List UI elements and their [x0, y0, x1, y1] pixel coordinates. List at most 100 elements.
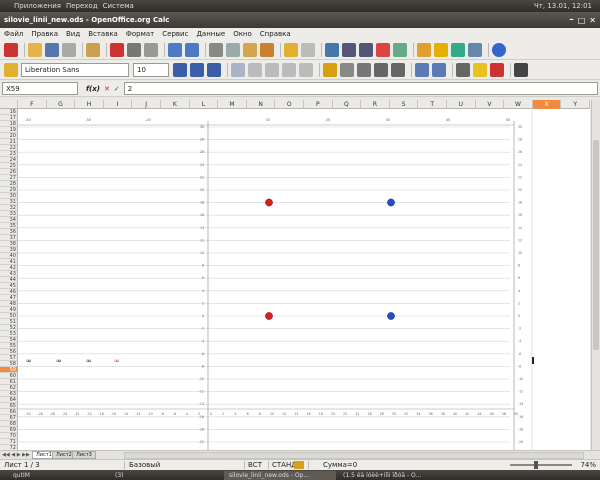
- cut-icon[interactable]: [209, 42, 223, 57]
- new-doc-icon[interactable]: [4, 42, 18, 57]
- gallery-icon[interactable]: [451, 42, 465, 57]
- toggle-gridlines-icon[interactable]: [514, 62, 528, 77]
- system-menu[interactable]: Система: [103, 2, 134, 10]
- zoom-level[interactable]: 74%: [580, 461, 596, 469]
- font-color-icon[interactable]: [490, 62, 504, 77]
- menu-window[interactable]: Окно: [233, 30, 252, 38]
- column-header-v[interactable]: V: [476, 100, 505, 109]
- increase-indent-icon[interactable]: [432, 62, 446, 77]
- accept-icon[interactable]: ✓: [114, 85, 120, 93]
- justify-icon[interactable]: [282, 62, 296, 77]
- column-header-y[interactable]: Y: [561, 100, 590, 109]
- column-header-o[interactable]: O: [275, 100, 304, 109]
- corner-cell[interactable]: [0, 100, 18, 109]
- save-icon[interactable]: [45, 42, 59, 57]
- horizontal-scrollbar[interactable]: [124, 452, 584, 459]
- formula-input[interactable]: 2: [123, 82, 598, 95]
- menu-format[interactable]: Формат: [126, 30, 154, 38]
- close-icon[interactable]: ✕: [589, 16, 596, 25]
- cancel-icon[interactable]: ✕: [104, 85, 110, 93]
- column-header-m[interactable]: M: [218, 100, 247, 109]
- column-header-x[interactable]: X: [532, 100, 562, 109]
- zoom-slider-thumb[interactable]: [534, 461, 539, 469]
- copy-icon[interactable]: [226, 42, 240, 57]
- chart-icon[interactable]: [376, 42, 390, 57]
- name-box[interactable]: X59: [2, 82, 78, 95]
- align-center-icon[interactable]: [248, 62, 262, 77]
- column-header-h[interactable]: H: [75, 100, 104, 109]
- menu-help[interactable]: Справка: [260, 30, 291, 38]
- edit-file-icon[interactable]: [86, 42, 100, 57]
- spellcheck-icon[interactable]: [168, 42, 182, 57]
- menu-tools[interactable]: Сервис: [162, 30, 188, 38]
- column-header-s[interactable]: S: [390, 100, 419, 109]
- print-icon[interactable]: [127, 42, 141, 57]
- remove-decimal-icon[interactable]: [391, 62, 405, 77]
- borders-icon[interactable]: [456, 62, 470, 77]
- help-icon[interactable]: [492, 42, 506, 57]
- align-left-icon[interactable]: [231, 62, 245, 77]
- undo-icon[interactable]: [284, 42, 298, 57]
- scroll-thumb[interactable]: [593, 140, 599, 350]
- column-header-q[interactable]: Q: [333, 100, 362, 109]
- merge-cells-icon[interactable]: [299, 62, 313, 77]
- column-header-l[interactable]: L: [190, 100, 219, 109]
- taskbar-item-qutim[interactable]: qutIM: [8, 471, 108, 480]
- embedded-chart[interactable]: -40 -30 -20 10 20 30 40 50-30 -28 -26 -24 -22 -20 -18…: [18, 109, 590, 450]
- export-pdf-icon[interactable]: [110, 42, 124, 57]
- paste-icon[interactable]: [243, 42, 257, 57]
- menu-edit[interactable]: Правка: [31, 30, 58, 38]
- column-header-p[interactable]: P: [304, 100, 333, 109]
- sort-desc-icon[interactable]: [359, 42, 373, 57]
- underline-icon[interactable]: [207, 62, 221, 77]
- add-decimal-icon[interactable]: [374, 62, 388, 77]
- autospell-icon[interactable]: [185, 42, 199, 57]
- print-preview-icon[interactable]: [144, 42, 158, 57]
- zoom-slider[interactable]: [510, 461, 573, 469]
- places-menu[interactable]: Переход: [66, 2, 98, 10]
- sheet-tab-3[interactable]: Лист3: [72, 451, 96, 459]
- column-header-w[interactable]: W: [504, 100, 533, 109]
- page-style[interactable]: Базовый: [124, 461, 244, 469]
- column-header-r[interactable]: R: [361, 100, 390, 109]
- sort-asc-icon[interactable]: [342, 42, 356, 57]
- align-right-icon[interactable]: [265, 62, 279, 77]
- styles-icon[interactable]: [4, 62, 18, 77]
- sheet-nav-icon[interactable]: ◀◀ ◀ ▶ ▶▶: [2, 452, 30, 458]
- taskbar-item-calc[interactable]: silovie_linii_new.ods - Op...: [224, 470, 336, 480]
- taskbar-item-folder[interactable]: (3): [110, 471, 222, 480]
- column-header-k[interactable]: K: [161, 100, 190, 109]
- standard-format-icon[interactable]: [357, 62, 371, 77]
- zoom-icon[interactable]: [468, 42, 482, 57]
- clock[interactable]: Чт, 13.01, 12:01: [534, 2, 592, 10]
- column-header-u[interactable]: U: [447, 100, 476, 109]
- format-paintbrush-icon[interactable]: [260, 42, 274, 57]
- currency-icon[interactable]: [323, 62, 337, 77]
- italic-icon[interactable]: [190, 62, 204, 77]
- vertical-scrollbar[interactable]: [591, 100, 600, 450]
- maximize-icon[interactable]: □: [578, 16, 586, 25]
- percent-icon[interactable]: [340, 62, 354, 77]
- column-header-i[interactable]: I: [104, 100, 133, 109]
- sum-display[interactable]: Сумма=0: [308, 461, 400, 469]
- column-header-n[interactable]: N: [247, 100, 276, 109]
- apps-menu[interactable]: Приложения: [14, 2, 61, 10]
- open-icon[interactable]: [28, 42, 42, 57]
- bold-icon[interactable]: [173, 62, 187, 77]
- font-name-combo[interactable]: Liberation Sans: [21, 62, 129, 77]
- spreadsheet-grid[interactable]: FGHIJKLMNOPQRSTUVWXY 16 17 18 19 20 21 22 23 24 2…: [0, 100, 590, 450]
- navigator-icon[interactable]: [434, 42, 448, 57]
- column-header-j[interactable]: J: [132, 100, 161, 109]
- menu-file[interactable]: Файл: [4, 30, 23, 38]
- decrease-indent-icon[interactable]: [415, 62, 429, 77]
- menu-view[interactable]: Вид: [66, 30, 80, 38]
- selection-mode[interactable]: СТАНД: [268, 461, 297, 469]
- insert-mode[interactable]: ВСТ: [244, 461, 268, 469]
- menu-data[interactable]: Данные: [196, 30, 225, 38]
- column-header-f[interactable]: F: [18, 100, 47, 109]
- pivot-icon[interactable]: [393, 42, 407, 57]
- column-header-t[interactable]: T: [418, 100, 447, 109]
- column-header-g[interactable]: G: [47, 100, 76, 109]
- taskbar-item-doc[interactable]: (1.5 ëä ïóëè+ííìi ïðóä - O...: [338, 471, 498, 480]
- menu-insert[interactable]: Вставка: [88, 30, 118, 38]
